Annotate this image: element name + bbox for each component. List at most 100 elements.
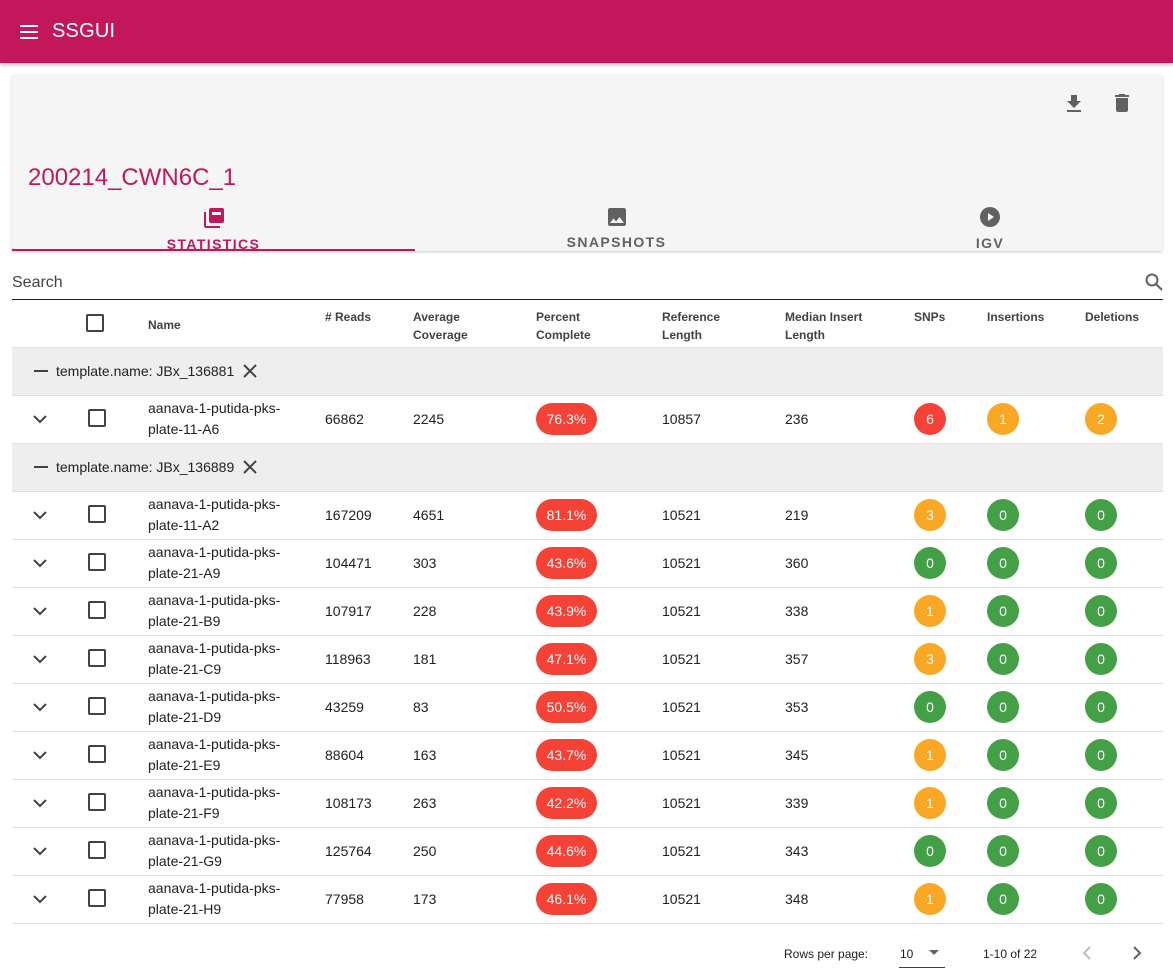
insertions-badge: 0 [987, 787, 1019, 819]
table-row[interactable]: aanava-1-putida-pks-plate-21-B9 107917 228… [12, 587, 1163, 636]
chevron-down-icon[interactable] [12, 750, 68, 760]
header-percent[interactable]: Percent Complete [536, 300, 662, 348]
statistics-table: Name # Reads Average Coverage Percent Co… [12, 300, 1163, 924]
chevron-down-icon[interactable] [12, 510, 68, 520]
coverage-cell: 2245 [413, 395, 536, 444]
rows-per-page-select[interactable]: 10 [899, 940, 945, 968]
close-icon[interactable] [243, 460, 257, 474]
table-row[interactable]: aanava-1-putida-pks-plate-11-A2 167209 465… [12, 491, 1163, 540]
median-insert-cell: 339 [785, 779, 914, 828]
tab-statistics[interactable]: STATISTICS [12, 203, 415, 252]
expand-cell [12, 875, 68, 924]
tab-igv[interactable]: IGV [818, 203, 1162, 251]
row-checkbox[interactable] [88, 744, 106, 763]
chevron-down-icon[interactable] [12, 654, 68, 664]
close-icon[interactable] [243, 364, 257, 378]
search-icon[interactable] [1145, 273, 1163, 296]
snps-badge: 1 [914, 787, 946, 819]
insertions-badge: 0 [987, 835, 1019, 867]
expand-cell [12, 491, 68, 540]
row-checkbox[interactable] [88, 600, 106, 619]
collapse-group-icon[interactable] [34, 370, 48, 372]
table-row[interactable]: aanava-1-putida-pks-plate-21-A9 104471 303… [12, 539, 1163, 588]
insertions-badge: 0 [987, 595, 1019, 627]
row-checkbox[interactable] [88, 888, 106, 907]
row-checkbox[interactable] [88, 840, 106, 859]
sample-name: aanava-1-putida-pks-plate-11-A2 [148, 496, 281, 533]
deletions-badge: 0 [1085, 691, 1117, 723]
chevron-left-icon[interactable] [1075, 941, 1099, 968]
tab-snapshots[interactable]: SNAPSHOTS [415, 203, 818, 251]
table-row[interactable]: aanava-1-putida-pks-plate-21-D9 43259 83 50… [12, 683, 1163, 732]
insertions-cell: 0 [987, 587, 1085, 636]
table-header-row: Name # Reads Average Coverage Percent Co… [12, 300, 1163, 348]
deletions-cell: 0 [1085, 827, 1163, 876]
row-checkbox[interactable] [88, 792, 106, 811]
snps-badge: 3 [914, 499, 946, 531]
table-row[interactable]: aanava-1-putida-pks-plate-21-E9 88604 163 4… [12, 731, 1163, 780]
group-label: template.name: JBx_136889 [56, 459, 235, 475]
download-icon[interactable] [1062, 91, 1086, 115]
chevron-down-icon[interactable] [12, 894, 68, 904]
row-checkbox[interactable] [88, 696, 106, 715]
snps-cell: 1 [914, 779, 987, 828]
insertions-cell: 0 [987, 539, 1085, 588]
percent-badge: 43.7% [536, 739, 597, 771]
header-coverage[interactable]: Average Coverage [413, 300, 536, 348]
name-cell: aanava-1-putida-pks-plate-21-C9 [148, 635, 325, 684]
sample-name: aanava-1-putida-pks-plate-21-H9 [148, 880, 281, 917]
percent-cell: 43.6% [536, 539, 662, 588]
row-checkbox[interactable] [88, 504, 106, 523]
insertions-badge: 0 [987, 643, 1019, 675]
row-checkbox[interactable] [88, 408, 106, 427]
chevron-down-icon[interactable] [12, 702, 68, 712]
insertions-cell: 0 [987, 827, 1085, 876]
chevron-down-icon[interactable] [12, 798, 68, 808]
deletions-cell: 2 [1085, 395, 1163, 444]
row-checkbox[interactable] [88, 552, 106, 571]
collapse-group-icon[interactable] [34, 466, 48, 468]
menu-icon[interactable] [17, 20, 41, 44]
reads-cell: 104471 [325, 539, 413, 588]
header-reads[interactable]: # Reads [325, 300, 413, 348]
chevron-right-icon[interactable] [1125, 941, 1149, 968]
ref-length-cell: 10521 [662, 827, 785, 876]
header-median-insert[interactable]: Median Insert Length [785, 300, 914, 348]
deletions-badge: 0 [1085, 835, 1117, 867]
median-insert-cell: 236 [785, 395, 914, 444]
reads-cell: 167209 [325, 491, 413, 540]
chevron-down-icon [929, 950, 939, 955]
table-row[interactable]: aanava-1-putida-pks-plate-21-H9 77958 173 4… [12, 875, 1163, 924]
percent-badge: 42.2% [536, 787, 597, 819]
deletions-cell: 0 [1085, 683, 1163, 732]
header-insertions[interactable]: Insertions [987, 300, 1085, 348]
header-deletions[interactable]: Deletions [1085, 300, 1163, 348]
chevron-down-icon[interactable] [12, 558, 68, 568]
table-row[interactable]: aanava-1-putida-pks-plate-21-F9 108173 263… [12, 779, 1163, 828]
header-name[interactable]: Name [148, 300, 325, 348]
snps-cell: 6 [914, 395, 987, 444]
median-insert-cell: 360 [785, 539, 914, 588]
select-all-checkbox[interactable] [86, 314, 104, 332]
table-row[interactable]: aanava-1-putida-pks-plate-11-A6 66862 2245… [12, 395, 1163, 444]
row-checkbox[interactable] [88, 648, 106, 667]
chevron-down-icon[interactable] [12, 414, 68, 424]
header-ref-length[interactable]: Reference Length [662, 300, 785, 348]
table-row[interactable]: aanava-1-putida-pks-plate-21-G9 125764 250… [12, 827, 1163, 876]
ref-length-cell: 10521 [662, 779, 785, 828]
select-cell [68, 491, 148, 540]
image-icon [607, 208, 626, 231]
expand-cell [12, 731, 68, 780]
rows-per-page-label: Rows per page: [784, 947, 869, 961]
snps-badge: 1 [914, 739, 946, 771]
sample-name: aanava-1-putida-pks-plate-21-A9 [148, 544, 281, 581]
header-snps[interactable]: SNPs [914, 300, 987, 348]
percent-badge: 44.6% [536, 835, 597, 867]
delete-icon[interactable] [1110, 91, 1134, 115]
chevron-down-icon[interactable] [12, 846, 68, 856]
name-cell: aanava-1-putida-pks-plate-21-D9 [148, 683, 325, 732]
table-row[interactable]: aanava-1-putida-pks-plate-21-C9 118963 181… [12, 635, 1163, 684]
percent-cell: 44.6% [536, 827, 662, 876]
search-input[interactable] [12, 268, 1122, 298]
chevron-down-icon[interactable] [12, 606, 68, 616]
